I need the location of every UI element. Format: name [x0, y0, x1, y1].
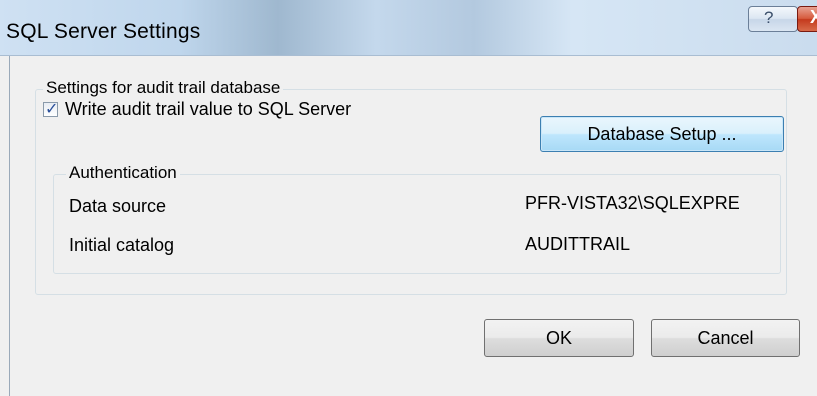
help-button[interactable]: ? [748, 6, 798, 32]
dialog-body: Settings for audit trail database ✓ Writ… [9, 56, 817, 396]
close-icon: X [810, 7, 817, 27]
authentication-group: Authentication [53, 163, 781, 274]
data-source-value: PFR-VISTA32\SQLEXPRE [525, 193, 740, 213]
data-source-label: Data source [69, 196, 167, 216]
window-title: SQL Server Settings [6, 20, 201, 43]
audit-settings-legend: Settings for audit trail database [43, 78, 284, 98]
ok-button[interactable]: OK [484, 319, 634, 357]
initial-catalog-value: AUDITTRAIL [525, 234, 631, 254]
checkmark-icon: ✓ [45, 101, 59, 118]
write-audit-checkbox-label[interactable]: Write audit trail value to SQL Server [65, 99, 351, 120]
initial-catalog-label: Initial catalog [69, 235, 175, 255]
authentication-legend: Authentication [66, 163, 180, 183]
title-bar[interactable]: SQL Server Settings ? X [0, 0, 817, 56]
write-audit-checkbox[interactable]: ✓ [43, 101, 59, 118]
cancel-button[interactable]: Cancel [651, 319, 800, 357]
close-button[interactable]: X [797, 6, 817, 32]
help-icon: ? [764, 8, 774, 27]
database-setup-button[interactable]: Database Setup ... [540, 116, 784, 152]
